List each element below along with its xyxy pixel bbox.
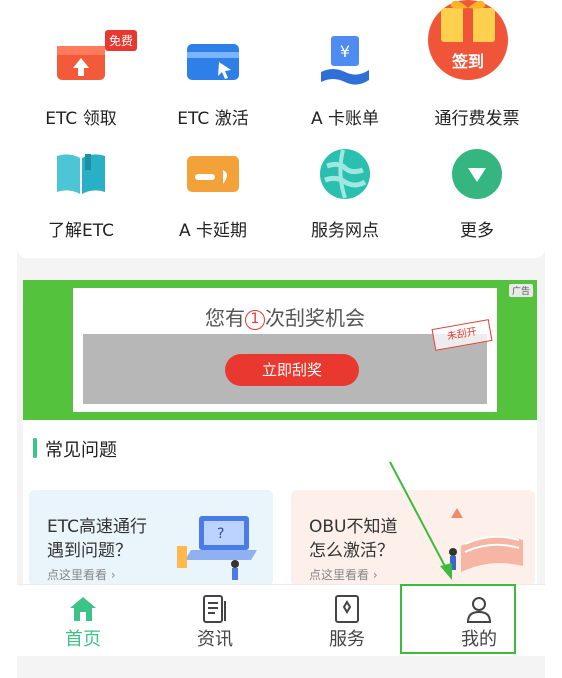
grid-item-etc-activate[interactable]: ETC 激活 [153, 22, 273, 132]
chevron-down-icon [452, 149, 502, 199]
tab-news[interactable]: 资讯 [155, 585, 275, 657]
card-activate-icon [187, 44, 239, 80]
laptop-illustration: ? [177, 516, 257, 580]
tab-label: 资讯 [197, 629, 233, 650]
svg-text:¥: ¥ [340, 42, 350, 61]
grid-item-service-outlets[interactable]: 服务网点 [285, 134, 405, 244]
service-grid-card: 免费 ETC 领取 ETC 激活 ¥ A 卡账单 通行费发票 签到 了解ETC … [17, 0, 545, 258]
book-icon [57, 154, 105, 194]
ad-tag: 广告 [508, 284, 533, 297]
grid-item-a-card-extend[interactable]: A 卡延期 [153, 134, 273, 244]
grid-item-label: A 卡账单 [310, 109, 380, 129]
faq-card-link[interactable]: 点这里看看 › [47, 566, 116, 583]
faq-section-header: 常见问题 [23, 420, 537, 476]
grid-item-label: ETC 领取 [45, 109, 117, 129]
grid-item-etc-receive[interactable]: 免费 ETC 领取 [21, 22, 141, 132]
faq-title: 常见问题 [45, 440, 117, 461]
free-badge: 免费 [105, 30, 138, 51]
news-icon [203, 595, 226, 623]
scratch-area[interactable]: 立即刮奖 [83, 334, 487, 404]
section-accent-bar [33, 438, 37, 458]
faq-card-line2: 怎么激活？ [309, 541, 394, 561]
faq-cards: ? ETC高速通行 遇到问题？ 点这里看看 › OBU不知道 怎么激活？ 点这里… [23, 476, 537, 586]
grid-item-more[interactable]: 更多 [417, 134, 537, 244]
scratch-now-button[interactable]: 立即刮奖 [225, 354, 359, 386]
tab-label: 服务 [329, 629, 365, 650]
grid-item-a-card-bill[interactable]: ¥ A 卡账单 [285, 22, 405, 132]
tab-service[interactable]: 服务 [287, 585, 407, 657]
faq-card-line1: OBU不知道 [309, 517, 398, 537]
faq-card-line1: ETC高速通行 [47, 517, 147, 537]
book-illustration [449, 508, 523, 572]
bill-icon: ¥ [321, 36, 369, 85]
tab-home[interactable]: 首页 [23, 585, 143, 657]
faq-card-etc-problem[interactable]: ? ETC高速通行 遇到问题？ 点这里看看 › [29, 490, 273, 586]
grid-item-label: 更多 [460, 221, 494, 241]
grid-item-label: A 卡延期 [178, 221, 248, 241]
faq-card-obu-activate[interactable]: OBU不知道 怎么激活？ 点这里看看 › [291, 490, 535, 586]
signin-label: 签到 [451, 52, 484, 71]
scratch-title: 您有 1 次刮奖机会 [205, 306, 365, 330]
home-icon [70, 597, 96, 621]
globe-icon [320, 149, 370, 199]
grid-item-label: 服务网点 [311, 221, 379, 241]
grid-item-label: 了解ETC [48, 221, 114, 241]
etc-receive-icon [57, 46, 105, 80]
highlight-box [400, 584, 516, 654]
tab-label: 首页 [65, 629, 101, 650]
app-frame: 免费 ETC 领取 ETC 激活 ¥ A 卡账单 通行费发票 签到 了解ETC … [17, 0, 545, 678]
signin-button[interactable]: 签到 [427, 0, 509, 84]
faq-card-link[interactable]: 点这里看看 › [309, 566, 378, 583]
grid-item-about-etc[interactable]: 了解ETC [21, 134, 141, 244]
card-extend-icon [187, 156, 239, 192]
grid-item-label: 通行费发票 [434, 109, 520, 129]
svg-text:?: ? [217, 526, 224, 542]
scratch-ticket: 您有 1 次刮奖机会 立即刮奖 未刮开 [73, 288, 497, 412]
grid-item-label: ETC 激活 [177, 109, 249, 129]
scratch-banner[interactable]: 广告 您有 1 次刮奖机会 立即刮奖 未刮开 [23, 280, 537, 420]
service-icon [335, 595, 359, 623]
faq-card-line2: 遇到问题？ [47, 541, 132, 561]
